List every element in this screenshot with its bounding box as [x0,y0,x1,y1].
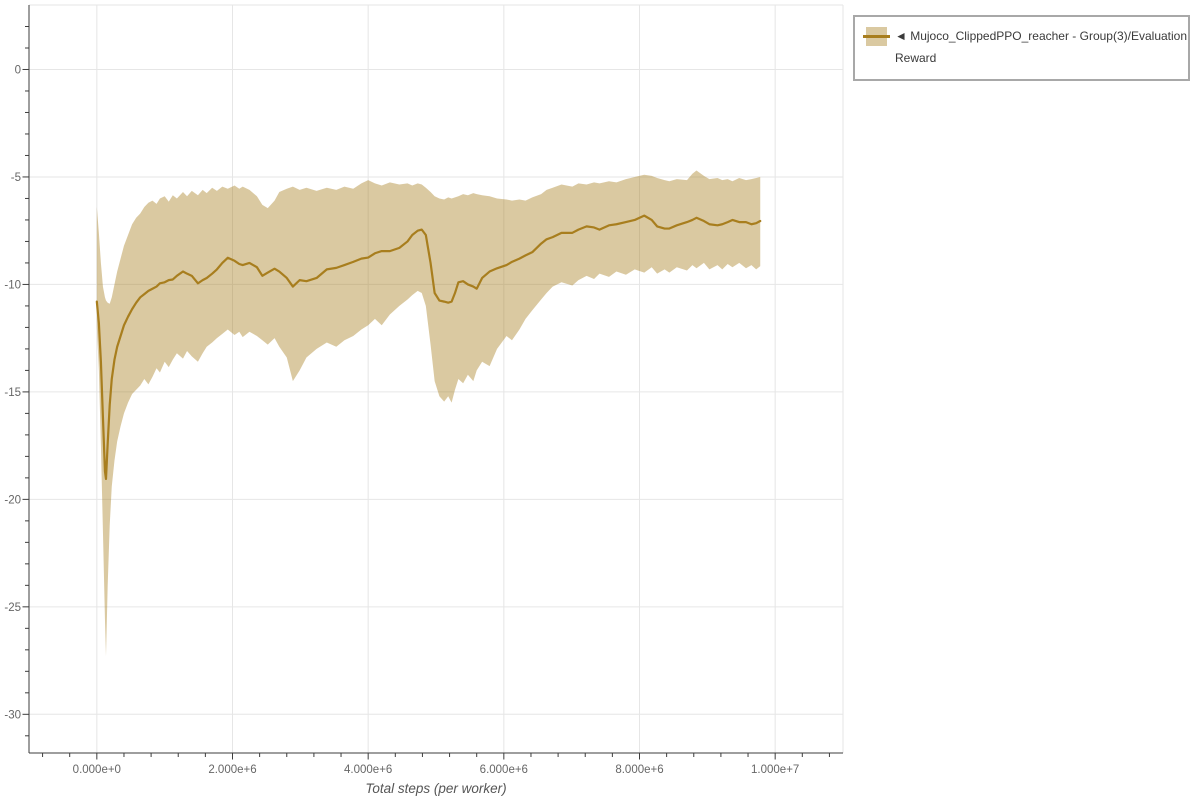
y-tick-label: -25 [4,602,21,614]
y-tick-label: -5 [11,172,21,184]
x-tick-label: 2.000e+6 [208,764,256,776]
legend-line-swatch [863,35,890,38]
legend: ◄ Mujoco_ClippedPPO_reacher - Group(3)/E… [853,15,1190,81]
legend-entry[interactable]: ◄ Mujoco_ClippedPPO_reacher - Group(3)/E… [863,25,1187,69]
x-tick-label: 6.000e+6 [480,764,528,776]
y-tick-label: -20 [4,494,21,506]
legend-label-line2: Reward [895,51,937,65]
reward-chart: 0.000e+0 2.000e+6 4.000e+6 6.000e+6 8.000e+6… [4,4,844,796]
app: 0.000e+0 2.000e+6 4.000e+6 6.000e+6 8.000e+6… [0,0,1200,800]
confidence-band [96,170,761,657]
x-tick-label: 4.000e+6 [344,764,392,776]
y-tick-label: -30 [4,709,21,721]
x-tick-label: 1.000e+7 [751,764,799,776]
legend-label-line1: ◄ Mujoco_ClippedPPO_reacher - Group(3)/E… [895,29,1188,43]
y-tick-label: -15 [4,387,21,399]
chart-area: 0.000e+0 2.000e+6 4.000e+6 6.000e+6 8.000e+6… [0,0,1200,800]
x-axis-title: Total steps (per worker) [365,781,506,796]
legend-label: ◄ Mujoco_ClippedPPO_reacher - Group(3)/E… [895,25,1187,69]
x-tick-label: 8.000e+6 [615,764,663,776]
y-tick-label: -10 [4,279,21,291]
legend-swatch-icon [863,27,890,46]
y-tick-label: 0 [15,64,21,76]
x-tick-label: 0.000e+0 [73,764,121,776]
